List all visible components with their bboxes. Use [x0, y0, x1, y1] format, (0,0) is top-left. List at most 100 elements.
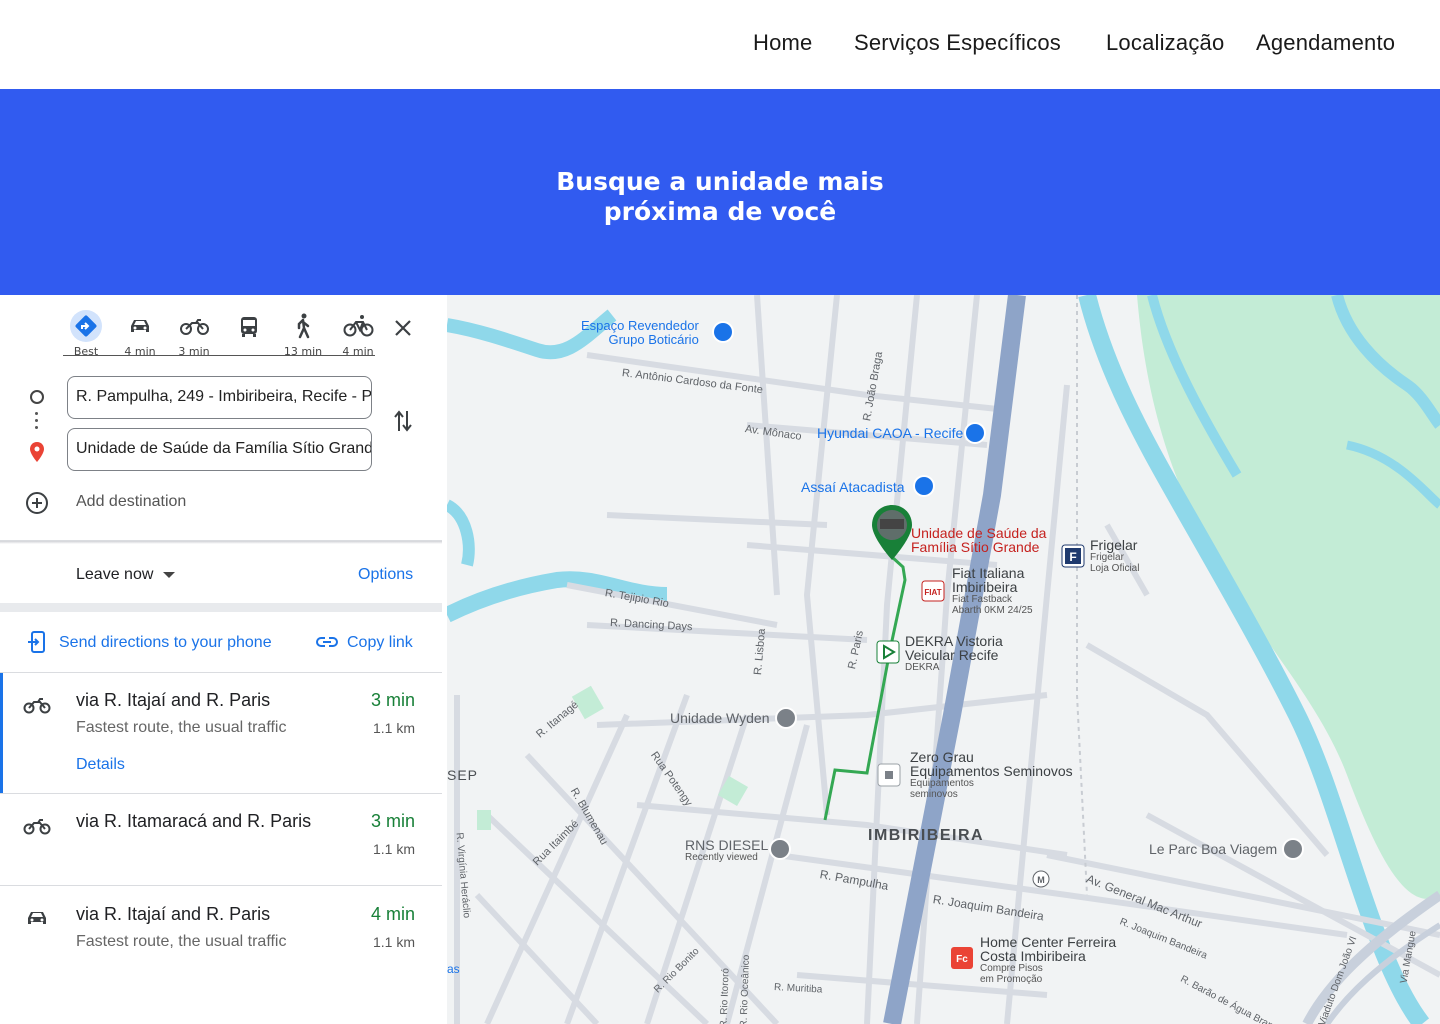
street-label: R. Rio Itororó — [718, 967, 732, 1024]
poi-sublabel: em Promoção — [980, 974, 1043, 985]
edge-label: as — [447, 962, 460, 976]
divider-shadow — [0, 541, 442, 544]
bicycle-icon — [343, 315, 374, 337]
poi-sublabel: Compre Pisos — [980, 963, 1043, 974]
add-circle-icon[interactable] — [24, 490, 50, 516]
svg-text:F: F — [1069, 550, 1076, 564]
directions-panel: Best 4 min 3 min 13 min 4 min R. Pampulh… — [0, 295, 447, 1024]
origin-circle-icon — [30, 390, 44, 404]
area-label-sep: SEP — [447, 767, 479, 783]
poi-sublabel: Recently viewed — [685, 852, 758, 863]
motorcycle-icon — [23, 819, 51, 835]
origin-input[interactable]: R. Pampulha, 249 - Imbiribeira, Recife -… — [67, 376, 372, 419]
route-distance: 1.1 km — [372, 934, 415, 950]
poi-fiat[interactable]: Fiat Italiana Imbiribeira Fiat Fastback … — [952, 566, 1033, 616]
poi-sublabel: DEKRA — [905, 662, 940, 673]
nav-booking-link[interactable]: Agendamento — [1256, 30, 1395, 56]
motorcycle-icon — [180, 319, 209, 335]
nav-location-link[interactable]: Localização — [1106, 30, 1224, 56]
route-option-1[interactable]: via R. Itajaí and R. Paris 3 min Fastest… — [0, 673, 442, 793]
route-distance: 1.1 km — [372, 841, 415, 857]
mode-tab-car[interactable]: 4 min — [120, 310, 160, 358]
chevron-down-icon — [163, 572, 175, 578]
destination-input[interactable]: Unidade de Saúde da Família Sítio Grand — [67, 428, 372, 471]
mode-tab-walk[interactable]: 13 min — [283, 310, 323, 358]
poi-destination-usf[interactable]: Unidade de Saúde da Família Sítio Grande — [911, 526, 1046, 554]
route-option-3[interactable]: via R. Itajaí and R. Paris 4 min Fastest… — [0, 886, 442, 977]
svg-text:M: M — [1037, 875, 1045, 885]
destination-pin-icon — [30, 442, 44, 462]
mode-tab-transit[interactable] — [229, 310, 269, 358]
route-distance: 1.1 km — [372, 720, 415, 736]
poi-sublabel: Abarth 0KM 24/25 — [952, 605, 1033, 616]
svg-text:Fc: Fc — [956, 954, 968, 965]
route-description: Fastest route, the usual traffic — [76, 719, 287, 736]
route-time: 4 min — [370, 904, 415, 924]
leave-now-dropdown[interactable]: Leave now — [76, 566, 153, 584]
directions-diamond-icon — [70, 310, 102, 342]
poi-hyundai[interactable]: Hyundai CAOA - Recife — [817, 426, 963, 440]
poi-label: Fiat Italiana — [952, 565, 1025, 581]
section-separator — [0, 603, 442, 612]
poi-le-parc[interactable]: Le Parc Boa Viagem — [1149, 842, 1277, 856]
walk-icon — [297, 313, 310, 339]
hero-title-line-1: Busque a unidade mais — [556, 167, 884, 196]
car-icon — [131, 320, 149, 332]
swap-arrows-icon[interactable] — [390, 407, 416, 435]
poi-frigelar[interactable]: Frigelar Frigelar Loja Oficial — [1090, 538, 1139, 574]
route-time: 3 min — [370, 690, 415, 710]
mode-label-car: 4 min — [124, 345, 156, 358]
poi-assai[interactable]: Assaí Atacadista — [801, 480, 905, 494]
travel-mode-tabs: Best 4 min 3 min 13 min 4 min — [60, 310, 374, 358]
poi-label: Frigelar — [1090, 537, 1138, 553]
poi-rns-diesel[interactable]: RNS DIESEL Recently viewed — [685, 838, 768, 863]
car-icon — [28, 912, 46, 924]
route-via: via R. Itamaracá and R. Paris — [76, 811, 312, 831]
bus-icon — [241, 317, 257, 337]
poi-label: RNS DIESEL — [685, 837, 769, 853]
copy-link-button[interactable]: Copy link — [347, 634, 413, 652]
poi-zero-grau[interactable]: Zero Grau Equipamentos Seminovos Equipam… — [910, 750, 1073, 800]
mode-label-bike: 4 min — [342, 345, 374, 358]
poi-sublabel: seminovos — [910, 789, 958, 800]
poi-dekra[interactable]: DEKRA Vistoria Veicular Recife DEKRA — [905, 634, 1003, 673]
poi-boticario[interactable]: Espaço Revendedor Grupo Boticário — [581, 319, 699, 347]
nav-services-link[interactable]: Serviços Específicos — [854, 30, 1061, 56]
motorcycle-icon — [23, 698, 51, 714]
mode-label-best: Best — [73, 345, 99, 358]
add-destination-button[interactable]: Add destination — [76, 493, 186, 511]
mode-label-motorcycle: 3 min — [178, 345, 210, 358]
send-directions-link[interactable]: Send directions to your phone — [59, 634, 272, 652]
poi-label: DEKRA Vistoria — [905, 633, 1003, 649]
close-icon[interactable] — [390, 315, 416, 341]
top-navigation: Home Serviços Específicos Localização Ag… — [0, 0, 1440, 89]
mode-tab-motorcycle[interactable]: 3 min — [174, 310, 214, 358]
poi-label: Home Center Ferreira — [980, 934, 1117, 950]
hero-banner: Busque a unidade mais próxima de você — [0, 89, 1440, 295]
poi-label: Costa Imbiribeira — [980, 948, 1086, 964]
poi-label: Imbiribeira — [952, 579, 1018, 595]
mode-label-walk: 13 min — [283, 345, 323, 358]
map-view[interactable]: FIAT F Fc M Espaço Revendedor Grupo Boti… — [447, 295, 1440, 1024]
poi-label: Grupo Boticário — [608, 332, 699, 347]
destination-input-value: Unidade de Saúde da Família Sítio Grand — [76, 440, 372, 457]
svg-text:FIAT: FIAT — [924, 588, 941, 597]
mode-tab-best[interactable]: Best — [66, 310, 106, 358]
hero-title-line-2: próxima de você — [603, 197, 837, 226]
poi-label: Equipamentos Seminovos — [910, 763, 1073, 779]
poi-sublabel: Loja Oficial — [1090, 563, 1140, 574]
poi-home-center[interactable]: Home Center Ferreira Costa Imbiribeira C… — [980, 935, 1116, 985]
poi-label: Zero Grau — [910, 749, 974, 765]
route-via: via R. Itajaí and R. Paris — [76, 904, 271, 924]
nav-home-link[interactable]: Home — [753, 30, 813, 56]
route-option-2[interactable]: via R. Itamaracá and R. Paris 3 min 1.1 … — [0, 794, 442, 885]
options-button[interactable]: Options — [358, 566, 413, 584]
poi-label: Unidade de Saúde da — [911, 525, 1047, 541]
poi-label: Família Sítio Grande — [911, 539, 1040, 555]
hero-title: Busque a unidade mais próxima de você — [0, 167, 1440, 227]
route-via: via R. Itajaí and R. Paris — [76, 690, 271, 710]
mode-tabs-underline — [63, 355, 375, 356]
mode-tab-bike[interactable]: 4 min — [338, 310, 378, 358]
poi-wyden[interactable]: Unidade Wyden — [670, 711, 770, 725]
route-details-link[interactable]: Details — [76, 756, 125, 774]
